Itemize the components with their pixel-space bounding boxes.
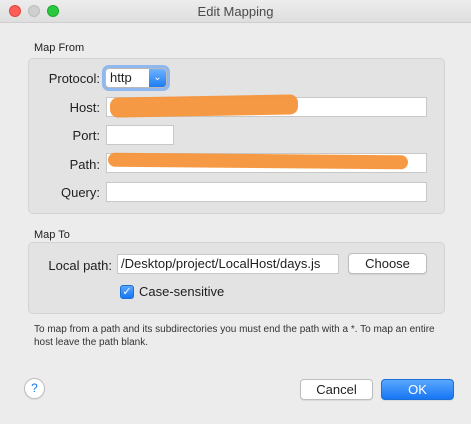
redaction-mark bbox=[109, 94, 299, 118]
help-button[interactable]: ? bbox=[24, 378, 45, 399]
map-to-heading: Map To bbox=[34, 229, 70, 241]
question-mark-icon: ? bbox=[31, 381, 38, 395]
chevron-updown-icon: ⌄ bbox=[149, 69, 166, 87]
protocol-label: Protocol: bbox=[48, 71, 100, 86]
path-label: Path: bbox=[69, 157, 100, 172]
choose-button[interactable]: Choose bbox=[348, 253, 427, 274]
help-text: To map from a path and its subdirectorie… bbox=[34, 324, 435, 348]
query-label: Query: bbox=[60, 185, 100, 200]
port-field[interactable] bbox=[106, 125, 174, 145]
checkmark-icon: ✓ bbox=[122, 286, 132, 298]
case-sensitive-label: Case-sensitive bbox=[139, 284, 225, 299]
window-title: Edit Mapping bbox=[197, 4, 274, 19]
port-label: Port: bbox=[72, 128, 100, 143]
host-label: Host: bbox=[69, 100, 100, 115]
query-field[interactable] bbox=[106, 182, 427, 202]
map-from-heading: Map From bbox=[34, 42, 85, 54]
local-path-label: Local path: bbox=[48, 258, 112, 273]
ok-button[interactable]: OK bbox=[381, 379, 454, 400]
redaction-mark bbox=[107, 152, 409, 170]
local-path-field[interactable]: /Desktop/project/LocalHost/days.js bbox=[117, 254, 339, 274]
case-sensitive-checkbox[interactable]: ✓ bbox=[120, 285, 134, 299]
cancel-button[interactable]: Cancel bbox=[300, 379, 373, 400]
protocol-value: http bbox=[110, 70, 132, 85]
title-bar: Edit Mapping bbox=[0, 0, 471, 23]
protocol-select[interactable]: http ⌄ bbox=[105, 68, 167, 88]
